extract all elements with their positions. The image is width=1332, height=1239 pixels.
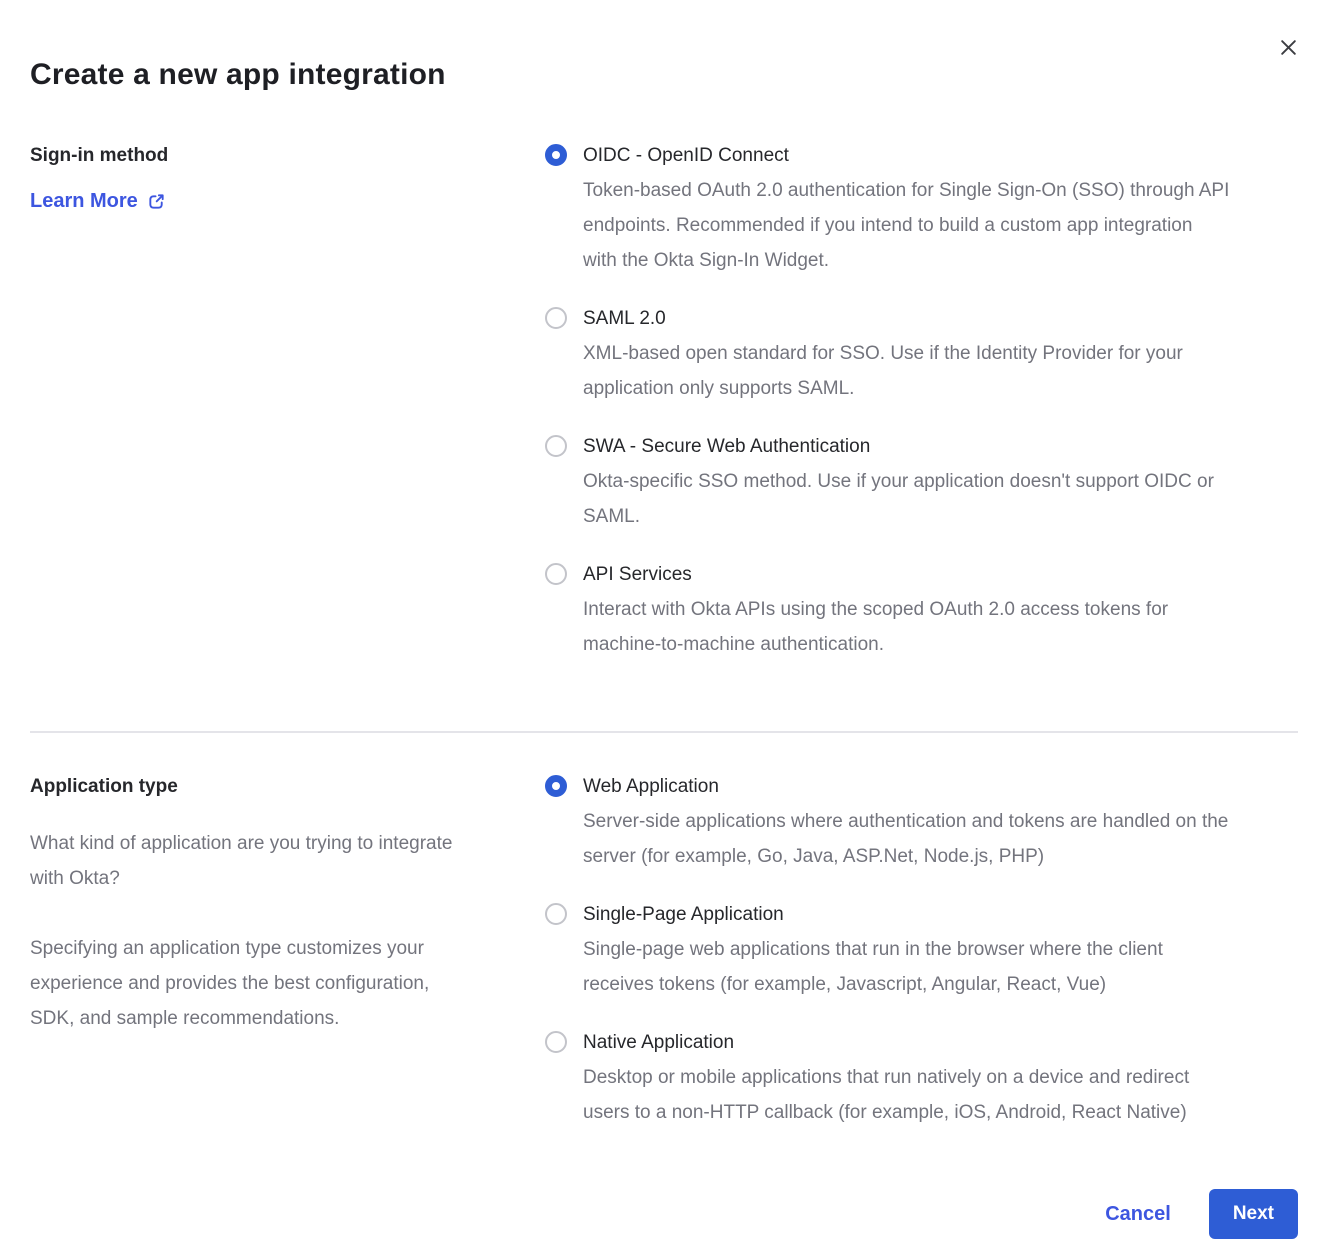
radio-option-native-application[interactable]: Native Application Desktop or mobile app… bbox=[545, 1025, 1298, 1130]
signin-method-left-column: Sign-in method Learn More bbox=[30, 138, 545, 685]
close-button[interactable] bbox=[1275, 34, 1302, 61]
external-link-icon bbox=[147, 192, 166, 211]
radio-option-label: SAML 2.0 bbox=[583, 301, 1183, 336]
application-type-section: Application type What kind of applicatio… bbox=[30, 769, 1298, 1153]
radio-option-description: Interact with Okta APIs using the scoped… bbox=[583, 592, 1168, 662]
radio-option-oidc-openid-connect[interactable]: OIDC - OpenID Connect Token-based OAuth … bbox=[545, 138, 1298, 278]
radio-option-label: SWA - Secure Web Authentication bbox=[583, 429, 1214, 464]
dialog-title: Create a new app integration bbox=[30, 56, 1298, 94]
radio-icon[interactable] bbox=[545, 1031, 567, 1053]
radio-option-description: Okta-specific SSO method. Use if your ap… bbox=[583, 464, 1214, 534]
cancel-button[interactable]: Cancel bbox=[1105, 1203, 1171, 1226]
radio-option-single-page-application[interactable]: Single-Page Application Single-page web … bbox=[545, 897, 1298, 1002]
application-type-question: What kind of application are you trying … bbox=[30, 826, 545, 896]
radio-option-label: Web Application bbox=[583, 769, 1228, 804]
dialog-footer: Cancel Next bbox=[30, 1189, 1298, 1239]
section-divider bbox=[30, 731, 1298, 733]
radio-option-description: Desktop or mobile applications that run … bbox=[583, 1060, 1189, 1130]
radio-option-description: Server-side applications where authentic… bbox=[583, 804, 1228, 874]
radio-icon[interactable] bbox=[545, 435, 567, 457]
radio-option-web-application[interactable]: Web Application Server-side applications… bbox=[545, 769, 1298, 874]
application-type-left-column: Application type What kind of applicatio… bbox=[30, 769, 545, 1153]
radio-icon[interactable] bbox=[545, 307, 567, 329]
radio-option-label: OIDC - OpenID Connect bbox=[583, 138, 1229, 173]
radio-option-api-services[interactable]: API Services Interact with Okta APIs usi… bbox=[545, 557, 1298, 662]
signin-method-section: Sign-in method Learn More OIDC - OpenID … bbox=[30, 138, 1298, 685]
radio-option-label: Single-Page Application bbox=[583, 897, 1163, 932]
radio-option-saml-2-0[interactable]: SAML 2.0 XML-based open standard for SSO… bbox=[545, 301, 1298, 406]
signin-method-label: Sign-in method bbox=[30, 138, 545, 173]
close-icon bbox=[1279, 45, 1298, 60]
radio-option-swa-secure-web-authentication[interactable]: SWA - Secure Web Authentication Okta-spe… bbox=[545, 429, 1298, 534]
create-app-integration-dialog: Create a new app integration Sign-in met… bbox=[0, 0, 1332, 1239]
radio-option-label: API Services bbox=[583, 557, 1168, 592]
signin-method-options: OIDC - OpenID Connect Token-based OAuth … bbox=[545, 138, 1298, 685]
radio-option-description: Token-based OAuth 2.0 authentication for… bbox=[583, 173, 1229, 278]
radio-icon[interactable] bbox=[545, 775, 567, 797]
radio-icon[interactable] bbox=[545, 903, 567, 925]
learn-more-label: Learn More bbox=[30, 189, 138, 213]
learn-more-link[interactable]: Learn More bbox=[30, 189, 166, 213]
application-type-label: Application type bbox=[30, 769, 545, 804]
radio-option-description: XML-based open standard for SSO. Use if … bbox=[583, 336, 1183, 406]
radio-icon[interactable] bbox=[545, 563, 567, 585]
application-type-explanation: Specifying an application type customize… bbox=[30, 931, 545, 1036]
next-button[interactable]: Next bbox=[1209, 1189, 1298, 1239]
radio-icon[interactable] bbox=[545, 144, 567, 166]
application-type-options: Web Application Server-side applications… bbox=[545, 769, 1298, 1153]
radio-option-label: Native Application bbox=[583, 1025, 1189, 1060]
radio-option-description: Single-page web applications that run in… bbox=[583, 932, 1163, 1002]
